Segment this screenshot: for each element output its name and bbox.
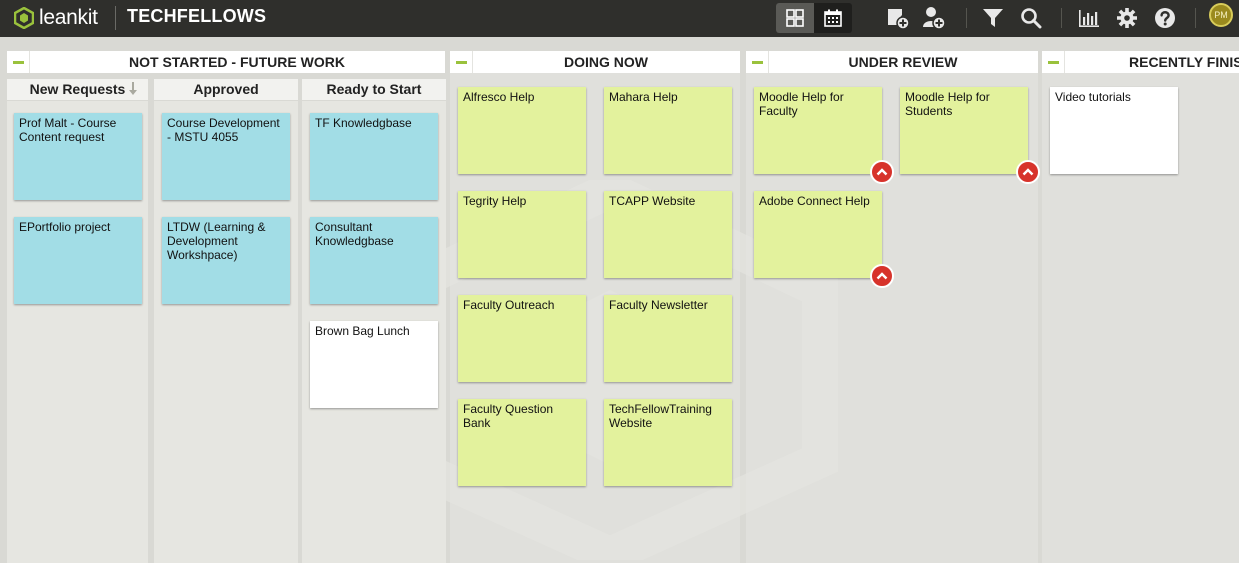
board-title[interactable]: TECHFELLOWS <box>127 6 266 27</box>
card-title: Alfresco Help <box>463 90 535 104</box>
filter-icon <box>983 9 1003 27</box>
sublane-header-ready-to-start[interactable]: Ready to Start <box>302 79 446 100</box>
card-title: Tegrity Help <box>463 194 527 208</box>
collapse-icon <box>12 60 24 64</box>
collapse-lane-button[interactable] <box>7 51 30 73</box>
add-card-button[interactable] <box>885 3 911 33</box>
card-title: TechFellowTraining Website <box>609 402 712 430</box>
chevron-up-icon <box>876 272 888 280</box>
card[interactable]: Prof Malt - Course Content request <box>14 113 142 200</box>
analytics-button[interactable] <box>1077 3 1101 33</box>
collapse-icon <box>1047 60 1059 64</box>
board-view-button[interactable] <box>776 3 814 33</box>
blocked-indicator[interactable] <box>870 264 894 288</box>
card[interactable]: Course Development - MSTU 4055 <box>162 113 290 200</box>
collapse-lane-button[interactable] <box>746 51 769 73</box>
avatar[interactable]: PM <box>1209 3 1233 27</box>
card-title: TF Knowledgbase <box>315 116 412 130</box>
lane-title: UNDER REVIEW <box>848 54 958 70</box>
blocked-indicator[interactable] <box>870 160 894 184</box>
add-user-button[interactable] <box>921 3 947 33</box>
add-card-icon <box>888 9 910 30</box>
settings-button[interactable] <box>1115 3 1139 33</box>
help-icon <box>1155 8 1175 28</box>
card[interactable]: Adobe Connect Help <box>754 191 882 278</box>
collapse-icon <box>455 60 467 64</box>
sort-arrow-icon <box>129 82 137 95</box>
calendar-view-button[interactable] <box>814 3 852 33</box>
card[interactable]: TF Knowledgbase <box>310 113 438 200</box>
blocked-indicator[interactable] <box>1016 160 1040 184</box>
toolbar-separator <box>1195 8 1196 28</box>
card[interactable]: TechFellowTraining Website <box>604 399 732 486</box>
card[interactable]: Video tutorials <box>1050 87 1178 174</box>
board-view-icon <box>786 9 804 27</box>
filter-button[interactable] <box>981 3 1005 33</box>
view-toggle <box>776 3 852 33</box>
lane-header-under-review[interactable]: UNDER REVIEW <box>746 51 1038 73</box>
search-icon <box>1021 8 1042 29</box>
chevron-up-icon <box>876 168 888 176</box>
card[interactable]: Faculty Question Bank <box>458 399 586 486</box>
card-title: Moodle Help for Faculty <box>759 90 844 118</box>
sublane-title: Ready to Start <box>326 81 422 97</box>
analytics-icon <box>1079 10 1099 27</box>
card-title: Course Development - MSTU 4055 <box>167 116 280 144</box>
card[interactable]: EPortfolio project <box>14 217 142 304</box>
search-button[interactable] <box>1019 3 1043 33</box>
calendar-icon <box>824 9 842 27</box>
chevron-up-icon <box>1022 168 1034 176</box>
card[interactable]: Alfresco Help <box>458 87 586 174</box>
card-title: TCAPP Website <box>609 194 696 208</box>
card[interactable]: Consultant Knowledgbase <box>310 217 438 304</box>
card[interactable]: Tegrity Help <box>458 191 586 278</box>
sublane-header-approved[interactable]: Approved <box>154 79 298 100</box>
lane-header-recently-finished[interactable]: RECENTLY FINISHED <box>1042 51 1239 73</box>
card-title: Moodle Help for Students <box>905 90 990 118</box>
card-title: LTDW (Learning & Development Workshpace) <box>167 220 266 262</box>
card-title: Adobe Connect Help <box>759 194 870 208</box>
card-title: Mahara Help <box>609 90 678 104</box>
card-title: Faculty Outreach <box>463 298 555 312</box>
card[interactable]: Faculty Newsletter <box>604 295 732 382</box>
lane-title: DOING NOW <box>564 54 648 70</box>
leankit-logo[interactable]: leankit <box>14 5 98 31</box>
collapse-icon <box>751 60 763 64</box>
lane-title: RECENTLY FINISHED <box>1129 54 1239 70</box>
gear-icon <box>1117 8 1137 28</box>
leankit-logo-icon <box>14 7 34 29</box>
toolbar-separator <box>966 8 967 28</box>
sublane-title: Approved <box>193 81 259 97</box>
sublane-header-new-requests[interactable]: New Requests <box>7 79 148 100</box>
card[interactable]: Faculty Outreach <box>458 295 586 382</box>
card[interactable]: Moodle Help for Faculty <box>754 87 882 174</box>
lane-title: NOT STARTED - FUTURE WORK <box>129 54 345 70</box>
collapse-lane-button[interactable] <box>450 51 473 73</box>
add-user-icon <box>923 7 946 30</box>
sublane-title: New Requests <box>29 81 126 97</box>
help-button[interactable] <box>1153 3 1177 33</box>
topbar-divider <box>115 6 116 30</box>
card-title: Prof Malt - Course Content request <box>19 116 117 144</box>
card-title: Faculty Newsletter <box>609 298 708 312</box>
toolbar-separator <box>1061 8 1062 28</box>
collapse-lane-button[interactable] <box>1042 51 1065 73</box>
top-bar: leankit TECHFELLOWS PM <box>0 0 1239 37</box>
card-title: Brown Bag Lunch <box>315 324 410 338</box>
card[interactable]: LTDW (Learning & Development Workshpace) <box>162 217 290 304</box>
card[interactable]: Mahara Help <box>604 87 732 174</box>
card[interactable]: Brown Bag Lunch <box>310 321 438 408</box>
logo-text: leankit <box>39 6 98 29</box>
lane-header-doing-now[interactable]: DOING NOW <box>450 51 740 73</box>
card-title: Video tutorials <box>1055 90 1131 104</box>
lane-header-not-started[interactable]: NOT STARTED - FUTURE WORK <box>7 51 445 73</box>
card-title: EPortfolio project <box>19 220 111 234</box>
card-title: Faculty Question Bank <box>463 402 554 430</box>
card-title: Consultant Knowledgbase <box>315 220 394 248</box>
card[interactable]: Moodle Help for Students <box>900 87 1028 174</box>
card[interactable]: TCAPP Website <box>604 191 732 278</box>
